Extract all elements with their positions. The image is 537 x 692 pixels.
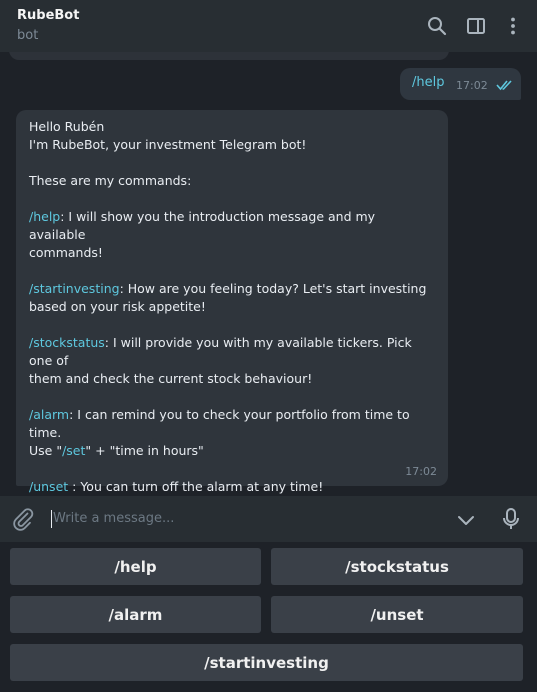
message-line: them and check the current stock behavio…	[29, 370, 435, 388]
message-text: Use "	[29, 443, 63, 458]
message-line: /startinvesting: How are you feeling tod…	[29, 280, 435, 298]
command-link[interactable]: /help	[29, 209, 60, 224]
message-composer: Write a message...	[0, 496, 537, 542]
message-line: Use "/set" + "time in hours"	[29, 442, 435, 460]
message-text: I'm RubeBot, your investment Telegram bo…	[29, 137, 307, 152]
message-list[interactable]: /help 17:02 Hello Rubén I'm RubeBot, your…	[0, 52, 537, 496]
incoming-message-bubble[interactable]: Hello Rubén I'm RubeBot, your investment …	[16, 110, 448, 494]
microphone-icon[interactable]	[500, 507, 522, 531]
chat-header: RubeBot bot	[0, 0, 537, 52]
keyboard-button-alarm[interactable]: /alarm	[10, 596, 261, 633]
message-line	[29, 190, 435, 208]
incoming-message-text: Hello Rubén I'm RubeBot, your investment …	[29, 118, 435, 496]
chevron-down-icon[interactable]	[455, 509, 477, 531]
keyboard-button-help[interactable]: /help	[10, 548, 261, 585]
search-icon[interactable]	[426, 15, 448, 37]
chat-subtitle: bot	[17, 28, 39, 43]
sidebar-toggle-icon[interactable]	[465, 15, 487, 37]
keyboard-button-stockstatus[interactable]: /stockstatus	[271, 548, 523, 585]
message-text: : You can turn off the alarm at any time…	[68, 479, 324, 494]
message-text: : I will show you the introduction messa…	[29, 209, 376, 242]
incoming-message-time: 17:02	[405, 465, 437, 478]
text-cursor	[51, 510, 52, 528]
message-line	[29, 316, 435, 334]
message-line: /unset : You can turn off the alarm at a…	[29, 478, 435, 496]
message-line: commands!	[29, 244, 435, 262]
bot-keyboard: /help /stockstatus /alarm /unset /starti…	[0, 542, 537, 692]
message-line: Hello Rubén	[29, 118, 435, 136]
message-text: commands!	[29, 245, 103, 260]
command-link[interactable]: /set	[62, 443, 85, 458]
message-line: /help: I will show you the introduction …	[29, 208, 435, 244]
message-text: : I can remind you to check your portfol…	[29, 407, 410, 440]
outgoing-message-bubble[interactable]: /help 17:02	[400, 68, 521, 100]
message-line	[29, 388, 435, 406]
message-text: " + "time in hours"	[85, 443, 204, 458]
message-line	[29, 262, 435, 280]
message-text: them and check the current stock behavio…	[29, 371, 313, 386]
message-line: /alarm: I can remind you to check your p…	[29, 406, 435, 442]
command-link[interactable]: /startinvesting	[29, 281, 120, 296]
message-text: Hello Rubén	[29, 119, 105, 134]
command-link[interactable]: /alarm	[29, 407, 69, 422]
double-check-icon	[496, 80, 512, 91]
message-line: I'm RubeBot, your investment Telegram bo…	[29, 136, 435, 154]
paperclip-icon[interactable]	[11, 507, 35, 531]
message-line	[29, 154, 435, 172]
message-input[interactable]: Write a message...	[53, 511, 174, 526]
message-line: /stockstatus: I will provide you with my…	[29, 334, 435, 370]
keyboard-button-startinvesting[interactable]: /startinvesting	[10, 644, 523, 681]
message-line: based on your risk appetite!	[29, 298, 435, 316]
message-line: These are my commands:	[29, 172, 435, 190]
command-link[interactable]: /unset	[29, 479, 68, 494]
message-text: based on your risk appetite!	[29, 299, 206, 314]
command-link[interactable]: /stockstatus	[29, 335, 105, 350]
keyboard-button-unset[interactable]: /unset	[271, 596, 523, 633]
message-line	[29, 460, 435, 478]
more-vertical-icon[interactable]	[502, 15, 524, 37]
chat-title[interactable]: RubeBot	[17, 8, 79, 23]
previous-message-bubble	[9, 52, 449, 60]
message-text: These are my commands:	[29, 173, 192, 188]
outgoing-message-text[interactable]: /help	[412, 75, 444, 90]
message-text: : How are you feeling today? Let's start…	[119, 281, 427, 296]
outgoing-message-time: 17:02	[456, 79, 488, 92]
